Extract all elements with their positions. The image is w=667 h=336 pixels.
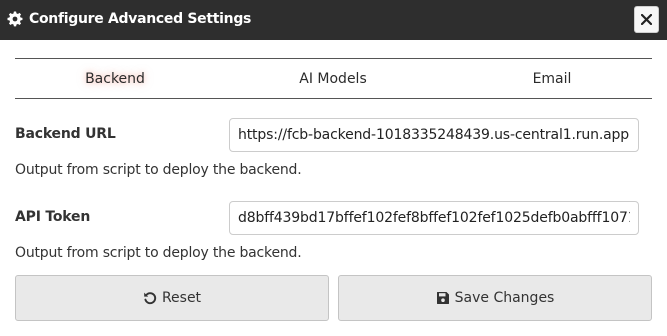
tab-email[interactable]: Email (452, 59, 652, 98)
gear-icon (7, 11, 23, 27)
settings-tabs: Backend AI Models Email (15, 58, 652, 99)
tab-label: AI Models (299, 70, 367, 87)
backend-url-input[interactable] (229, 118, 639, 152)
close-button[interactable] (634, 6, 659, 33)
tab-backend[interactable]: Backend (15, 59, 215, 98)
reset-button-label: Reset (161, 290, 202, 306)
floppy-disk-icon (436, 292, 449, 304)
backend-url-label: Backend URL (15, 126, 116, 142)
tab-label: Backend (85, 70, 145, 87)
reset-button[interactable]: Reset (15, 275, 329, 321)
api-token-help: Output from script to deploy the backend… (15, 245, 302, 261)
tab-label: Email (532, 70, 572, 87)
close-icon (641, 14, 652, 25)
api-token-label: API Token (15, 209, 91, 225)
dialog-titlebar: Configure Advanced Settings (0, 0, 667, 40)
tab-ai-models[interactable]: AI Models (233, 59, 433, 98)
undo-icon (144, 292, 157, 305)
save-changes-button-label: Save Changes (454, 290, 555, 306)
backend-url-help: Output from script to deploy the backend… (15, 162, 302, 178)
api-token-input[interactable] (229, 201, 639, 235)
dialog-title: Configure Advanced Settings (29, 11, 252, 27)
save-changes-button[interactable]: Save Changes (338, 275, 652, 321)
